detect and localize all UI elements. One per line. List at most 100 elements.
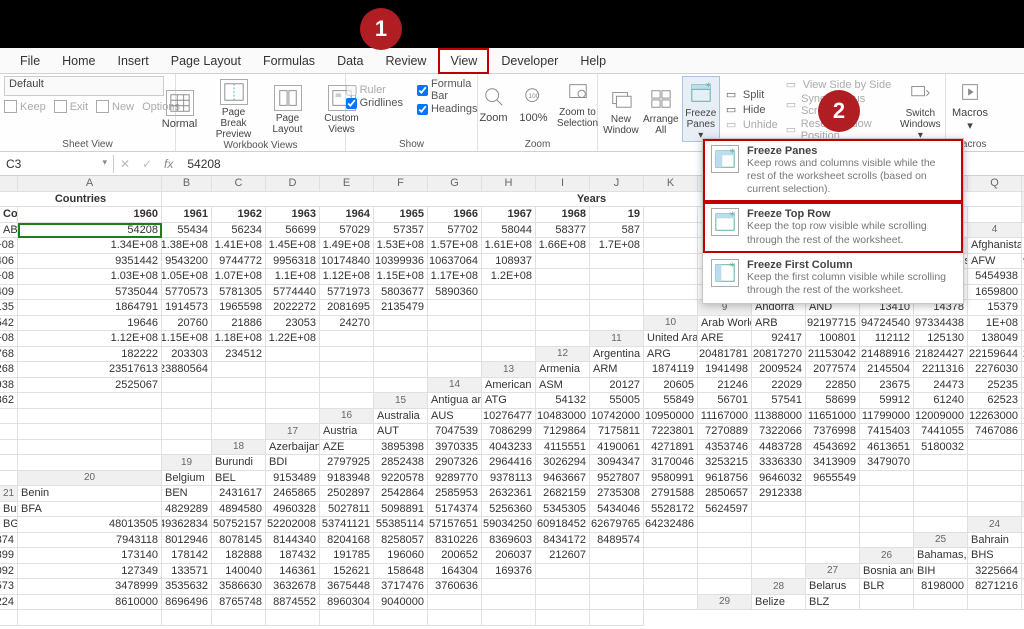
cell[interactable]: 169376 — [482, 564, 536, 580]
tab-review[interactable]: Review — [375, 50, 436, 72]
cell[interactable]: 8696496 — [162, 595, 212, 611]
cell[interactable]: 3094347 — [590, 455, 644, 471]
cell[interactable]: 1.2E+08 — [482, 269, 536, 285]
cell[interactable] — [162, 409, 212, 425]
cell[interactable] — [374, 331, 428, 347]
cell[interactable]: 1965 — [374, 207, 428, 223]
cell[interactable]: BLR — [860, 579, 914, 595]
cell[interactable] — [0, 471, 18, 487]
cell[interactable]: 48013505 — [18, 517, 162, 533]
cell[interactable]: 2502897 — [320, 486, 374, 502]
cell[interactable]: 7223801 — [644, 424, 698, 440]
cell[interactable]: 5770573 — [162, 285, 212, 301]
cell[interactable]: 1864791 — [18, 300, 162, 316]
cell[interactable] — [536, 331, 590, 347]
cell[interactable]: 8310226 — [428, 533, 482, 549]
show-headings[interactable]: Headings — [417, 103, 477, 115]
view-page-layout[interactable]: Page Layout — [263, 82, 313, 135]
cell[interactable]: 3413909 — [806, 455, 860, 471]
cell[interactable]: 3225664 — [968, 564, 1022, 580]
cell[interactable]: 2462938 — [0, 378, 18, 394]
cell[interactable] — [320, 378, 374, 394]
cell[interactable]: Burundi — [212, 455, 266, 471]
col-header[interactable]: K — [644, 176, 698, 192]
cell[interactable]: 203303 — [162, 347, 212, 363]
cell[interactable]: 2850657 — [698, 486, 752, 502]
cell[interactable]: BIH — [914, 564, 968, 580]
cell[interactable]: Code — [0, 207, 18, 223]
cell[interactable] — [698, 517, 752, 533]
cell[interactable]: 21246 — [698, 378, 752, 394]
cell[interactable] — [428, 595, 482, 611]
cell[interactable] — [374, 610, 428, 626]
cell[interactable] — [374, 347, 428, 363]
cell[interactable]: 2276030 — [968, 362, 1022, 378]
cell[interactable]: Belize — [752, 595, 806, 611]
tab-help[interactable]: Help — [570, 50, 616, 72]
cell[interactable] — [968, 440, 1022, 456]
cell[interactable]: 8765748 — [212, 595, 266, 611]
cell[interactable]: 158648 — [374, 564, 428, 580]
cell[interactable] — [212, 393, 266, 409]
cell[interactable]: 97334438 — [914, 316, 968, 332]
cell[interactable]: 11651000 — [806, 409, 860, 425]
cell[interactable]: 12263000 — [968, 409, 1022, 425]
cell[interactable]: 178142 — [162, 548, 212, 564]
cell[interactable] — [698, 533, 752, 549]
cell[interactable]: 61240 — [914, 393, 968, 409]
cell[interactable] — [536, 269, 590, 285]
row-header[interactable]: 15 — [374, 393, 428, 409]
cell[interactable] — [320, 362, 374, 378]
cell[interactable]: 140040 — [212, 564, 266, 580]
cell[interactable] — [162, 378, 212, 394]
tab-developer[interactable]: Developer — [491, 50, 568, 72]
cell[interactable] — [860, 533, 914, 549]
cell[interactable]: 5256360 — [482, 502, 536, 518]
cell[interactable]: 7175811 — [590, 424, 644, 440]
cell[interactable] — [536, 579, 590, 595]
cell[interactable]: 1E+08 — [968, 316, 1022, 332]
cell[interactable] — [968, 595, 1022, 611]
cell[interactable]: 57029 — [320, 223, 374, 239]
cell[interactable]: 7867374 — [0, 533, 18, 549]
cell[interactable]: 8198000 — [914, 579, 968, 595]
cell[interactable]: 11167000 — [698, 409, 752, 425]
cell[interactable]: 1.17E+08 — [428, 269, 482, 285]
view-normal[interactable]: Normal — [155, 87, 205, 130]
cell[interactable] — [968, 455, 1022, 471]
cell[interactable] — [914, 455, 968, 471]
cell[interactable] — [482, 347, 536, 363]
cell[interactable]: 2465865 — [266, 486, 320, 502]
cell[interactable]: 22159644 — [968, 347, 1022, 363]
cell[interactable]: 19646 — [18, 316, 162, 332]
row-header[interactable]: 21 — [0, 486, 18, 502]
cell[interactable]: 52202008 — [266, 517, 320, 533]
col-header[interactable]: C — [212, 176, 266, 192]
cell[interactable]: 1963 — [266, 207, 320, 223]
cell[interactable]: 100801 — [806, 331, 860, 347]
cell[interactable]: 5803677 — [374, 285, 428, 301]
cell[interactable]: 54132 — [536, 393, 590, 409]
cell[interactable] — [752, 564, 806, 580]
cell[interactable]: 58044 — [482, 223, 536, 239]
cell[interactable] — [806, 486, 860, 502]
cell[interactable]: 2542864 — [374, 486, 428, 502]
cell[interactable] — [482, 316, 536, 332]
cell[interactable]: 3675448 — [320, 579, 374, 595]
cell[interactable]: 4829289 — [162, 502, 212, 518]
cell[interactable] — [752, 548, 806, 564]
cell[interactable]: 9655549 — [806, 471, 860, 487]
cell[interactable] — [590, 595, 644, 611]
cell[interactable]: 4115551 — [536, 440, 590, 456]
cell[interactable] — [320, 331, 374, 347]
cell[interactable]: 234512 — [212, 347, 266, 363]
cell[interactable]: 2009524 — [752, 362, 806, 378]
cell[interactable] — [644, 579, 698, 595]
cell[interactable]: 94724540 — [860, 316, 914, 332]
cell[interactable]: 27362 — [0, 393, 18, 409]
cell[interactable] — [590, 610, 644, 626]
cell[interactable]: 1914573 — [162, 300, 212, 316]
row-header[interactable]: 17 — [266, 424, 320, 440]
cell[interactable]: BEN — [162, 486, 212, 502]
cell[interactable]: ASM — [536, 378, 590, 394]
